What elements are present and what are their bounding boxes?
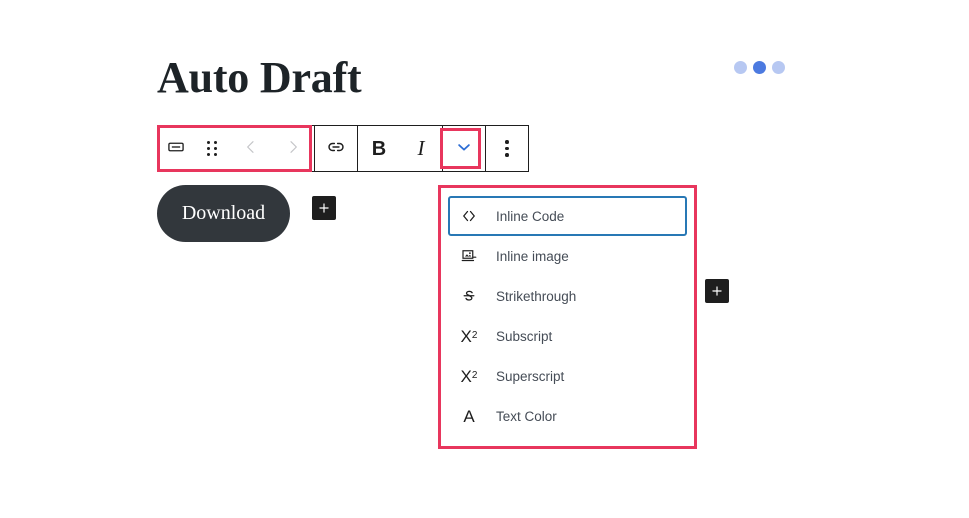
menu-item-label: Superscript — [496, 368, 565, 384]
italic-button[interactable]: I — [400, 126, 442, 171]
page-title[interactable]: Auto Draft — [157, 52, 362, 104]
menu-item-label: Inline image — [496, 248, 569, 264]
plus-icon — [317, 201, 331, 215]
move-down-button[interactable] — [272, 126, 314, 171]
drag-handle[interactable] — [194, 126, 230, 171]
loading-dots — [734, 61, 785, 74]
download-button[interactable]: Download — [157, 185, 290, 242]
subscript-icon: X2 — [460, 326, 478, 346]
chevron-down-icon — [455, 138, 473, 159]
menu-item-strikethrough[interactable]: Strikethrough — [448, 276, 687, 316]
menu-item-subscript[interactable]: X2 Subscript — [448, 316, 687, 356]
button-block-icon — [166, 137, 186, 160]
block-appender-button[interactable] — [705, 279, 729, 303]
link-icon — [325, 136, 347, 161]
superscript-icon: X2 — [460, 366, 478, 386]
menu-item-label: Strikethrough — [496, 288, 577, 304]
toolbar-group-format: B I — [357, 125, 442, 172]
chevron-right-icon — [285, 139, 301, 158]
more-vertical-icon — [505, 140, 509, 157]
inline-block-inserter-button[interactable] — [312, 196, 336, 220]
loading-dot-2 — [753, 61, 766, 74]
toolbar-group-more-formats — [442, 125, 485, 172]
block-options-button[interactable] — [486, 126, 528, 171]
text-color-icon: A — [463, 406, 475, 426]
plus-icon — [710, 284, 724, 298]
move-up-button[interactable] — [230, 126, 272, 171]
inline-image-icon — [458, 247, 480, 265]
italic-icon: I — [417, 136, 425, 160]
toolbar-group-link — [314, 125, 357, 172]
toolbar-group-options — [485, 125, 529, 172]
bold-icon: B — [371, 137, 387, 160]
loading-dot-1 — [734, 61, 747, 74]
menu-item-text-color[interactable]: A Text Color — [448, 396, 687, 436]
inline-code-icon — [458, 207, 480, 225]
editor-canvas: Auto Draft B I Download Inline Code Inli… — [0, 0, 969, 518]
link-button[interactable] — [315, 126, 357, 171]
menu-item-label: Subscript — [496, 328, 553, 344]
toolbar-group-block-controls — [157, 125, 314, 172]
menu-item-inline-image[interactable]: Inline image — [448, 236, 687, 276]
menu-item-label: Inline Code — [496, 208, 565, 224]
more-formats-dropdown: Inline Code Inline image Strikethrough X… — [441, 188, 694, 446]
menu-item-inline-code[interactable]: Inline Code — [448, 196, 687, 236]
block-type-button[interactable] — [158, 126, 194, 171]
drag-handle-icon — [207, 141, 217, 156]
loading-dot-3 — [772, 61, 785, 74]
strikethrough-icon — [458, 287, 480, 305]
block-toolbar: B I — [157, 125, 529, 172]
chevron-left-icon — [243, 139, 259, 158]
bold-button[interactable]: B — [358, 126, 400, 171]
more-formats-toggle[interactable] — [443, 126, 485, 171]
menu-item-label: Text Color — [496, 408, 557, 424]
menu-item-superscript[interactable]: X2 Superscript — [448, 356, 687, 396]
